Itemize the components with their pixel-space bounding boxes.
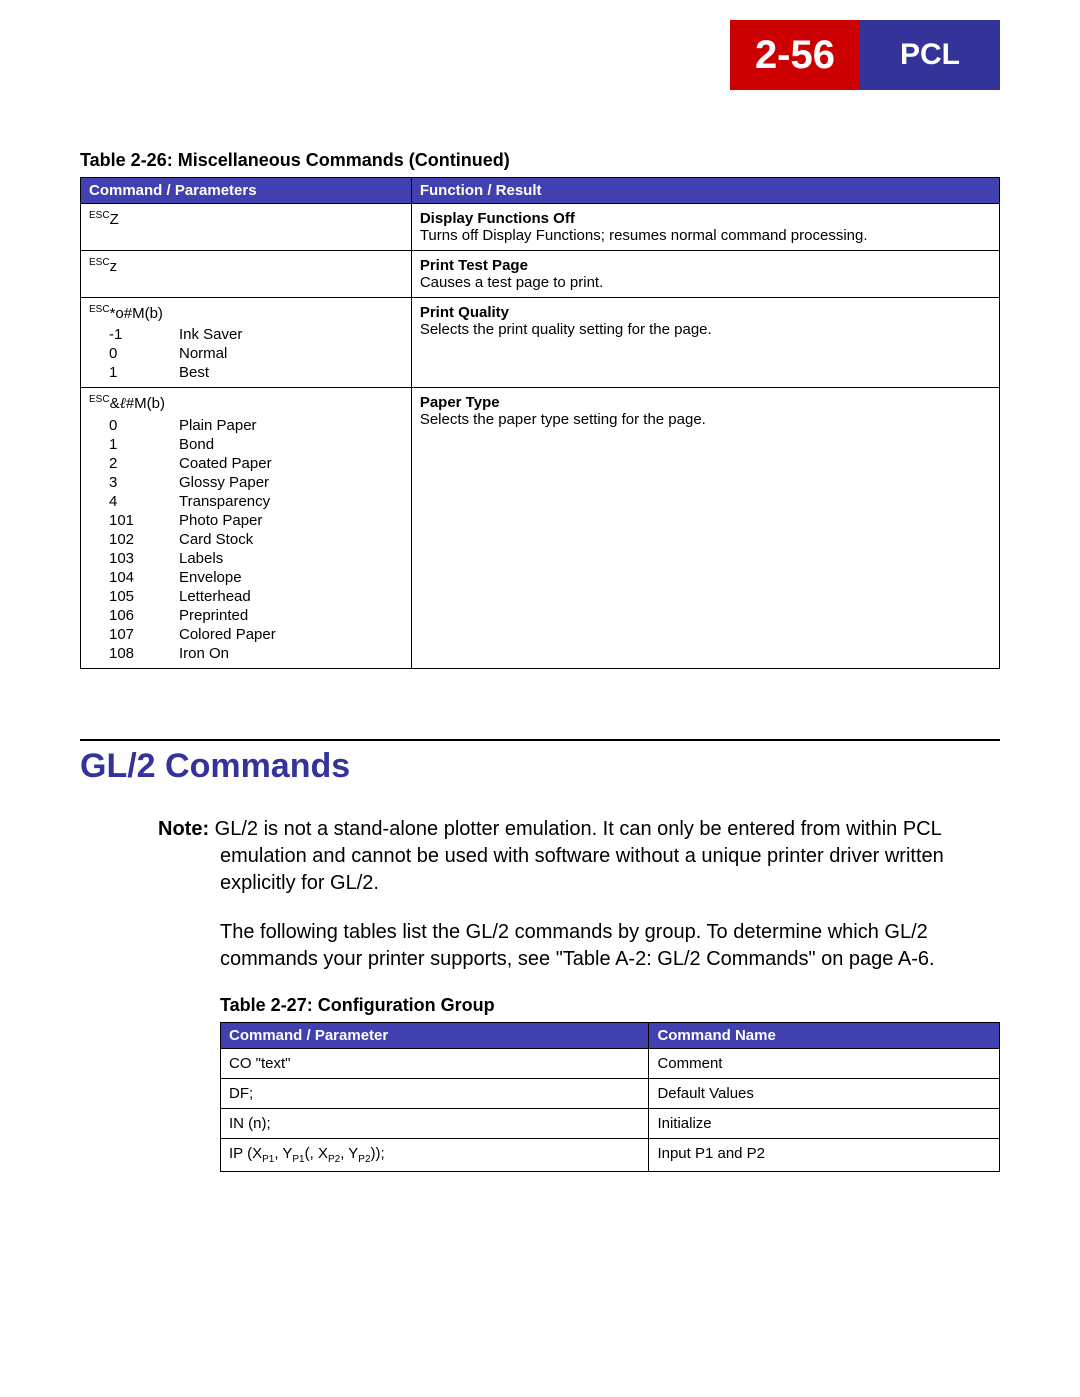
function-cell: Print Test PageCauses a test page to pri… — [411, 251, 999, 298]
param-label: Normal — [179, 345, 403, 362]
table2-header-name: Command Name — [649, 1023, 1000, 1049]
esc-prefix: ESC — [89, 394, 110, 405]
section-divider — [80, 739, 1000, 741]
param-label: Labels — [179, 550, 403, 567]
param-value: 0 — [109, 345, 159, 362]
table-row: ESCzPrint Test PageCauses a test page to… — [81, 251, 1000, 298]
param-value: -1 — [109, 326, 159, 343]
param-value: 101 — [109, 512, 159, 529]
esc-prefix: ESC — [89, 210, 110, 221]
document-page: 2-56 PCL Table 2-26: Miscellaneous Comma… — [0, 0, 1080, 1232]
esc-prefix: ESC — [89, 257, 110, 268]
table2-header-cmd: Command / Parameter — [221, 1023, 649, 1049]
param-label: Letterhead — [179, 588, 403, 605]
section-badge: PCL — [860, 20, 1000, 90]
command-cell: ESC&ℓ#M(b)0Plain Paper1Bond2Coated Paper… — [81, 388, 412, 669]
table1-caption: Table 2-26: Miscellaneous Commands (Cont… — [80, 150, 1000, 171]
function-title: Display Functions Off — [420, 210, 991, 227]
param-value: 104 — [109, 569, 159, 586]
param-value: 106 — [109, 607, 159, 624]
section-title: GL/2 Commands — [80, 747, 1000, 786]
command-name-cell: Comment — [649, 1049, 1000, 1079]
esc-prefix: ESC — [89, 304, 110, 315]
table-row: IN (n);Initialize — [221, 1109, 1000, 1139]
table2-caption: Table 2-27: Configuration Group — [220, 995, 1000, 1016]
param-label: Bond — [179, 436, 403, 453]
table-row: IP (XP1, YP1(, XP2, YP2));Input P1 and P… — [221, 1139, 1000, 1172]
note-text: GL/2 is not a stand-alone plotter emulat… — [215, 818, 944, 894]
param-label: Card Stock — [179, 531, 403, 548]
command-cell: ESC*o#M(b)-1Ink Saver0Normal1Best — [81, 298, 412, 388]
param-value: 2 — [109, 455, 159, 472]
table1-header-func: Function / Result — [411, 178, 999, 204]
param-value: 107 — [109, 626, 159, 643]
body-paragraph: The following tables list the GL/2 comma… — [220, 919, 1000, 973]
function-title: Print Test Page — [420, 257, 991, 274]
command-cell: DF; — [221, 1079, 649, 1109]
param-value: 0 — [109, 417, 159, 434]
note-label: Note: — [158, 818, 209, 840]
param-label: Glossy Paper — [179, 474, 403, 491]
param-label: Photo Paper — [179, 512, 403, 529]
page-number-badge: 2-56 — [730, 20, 860, 90]
function-title: Paper Type — [420, 394, 991, 411]
param-value: 103 — [109, 550, 159, 567]
header-box: 2-56 PCL — [730, 20, 1000, 90]
param-label: Plain Paper — [179, 417, 403, 434]
param-value: 102 — [109, 531, 159, 548]
page-header: 2-56 PCL — [80, 20, 1000, 90]
table-config-group: Command / Parameter Command Name CO "tex… — [220, 1022, 1000, 1172]
table-row: ESC*o#M(b)-1Ink Saver0Normal1BestPrint Q… — [81, 298, 1000, 388]
param-value: 3 — [109, 474, 159, 491]
function-cell: Display Functions OffTurns off Display F… — [411, 204, 999, 251]
param-label: Ink Saver — [179, 326, 403, 343]
function-title: Print Quality — [420, 304, 991, 321]
function-description: Turns off Display Functions; resumes nor… — [420, 227, 991, 244]
function-cell: Print QualitySelects the print quality s… — [411, 298, 999, 388]
param-label: Coated Paper — [179, 455, 403, 472]
param-label: Transparency — [179, 493, 403, 510]
note-paragraph: Note: GL/2 is not a stand-alone plotter … — [220, 816, 1000, 897]
command-cell: IP (XP1, YP1(, XP2, YP2)); — [221, 1139, 649, 1172]
function-description: Selects the print quality setting for th… — [420, 321, 991, 338]
function-description: Causes a test page to print. — [420, 274, 991, 291]
table-misc-commands: Command / Parameters Function / Result E… — [80, 177, 1000, 669]
param-label: Envelope — [179, 569, 403, 586]
table-row: CO "text"Comment — [221, 1049, 1000, 1079]
command-name-cell: Initialize — [649, 1109, 1000, 1139]
command-cell: CO "text" — [221, 1049, 649, 1079]
command-name-cell: Input P1 and P2 — [649, 1139, 1000, 1172]
param-value: 108 — [109, 645, 159, 662]
param-label: Iron On — [179, 645, 403, 662]
command-cell: ESCz — [81, 251, 412, 298]
param-label: Best — [179, 364, 403, 381]
function-description: Selects the paper type setting for the p… — [420, 411, 991, 428]
param-label: Colored Paper — [179, 626, 403, 643]
function-cell: Paper TypeSelects the paper type setting… — [411, 388, 999, 669]
param-value: 4 — [109, 493, 159, 510]
param-value: 1 — [109, 436, 159, 453]
table1-header-cmd: Command / Parameters — [81, 178, 412, 204]
command-cell: ESCZ — [81, 204, 412, 251]
param-list: -1 Ink Saver 0 Normal 1 Best — [109, 326, 403, 381]
command-cell: IN (n); — [221, 1109, 649, 1139]
param-list: 0 Plain Paper 1 Bond 2 Coated Paper 3 Glossy Pa… — [109, 417, 403, 662]
param-label: Preprinted — [179, 607, 403, 624]
param-value: 1 — [109, 364, 159, 381]
table-row: DF;Default Values — [221, 1079, 1000, 1109]
command-name-cell: Default Values — [649, 1079, 1000, 1109]
param-value: 105 — [109, 588, 159, 605]
table-row: ESC&ℓ#M(b)0Plain Paper1Bond2Coated Paper… — [81, 388, 1000, 669]
table-row: ESCZDisplay Functions OffTurns off Displ… — [81, 204, 1000, 251]
